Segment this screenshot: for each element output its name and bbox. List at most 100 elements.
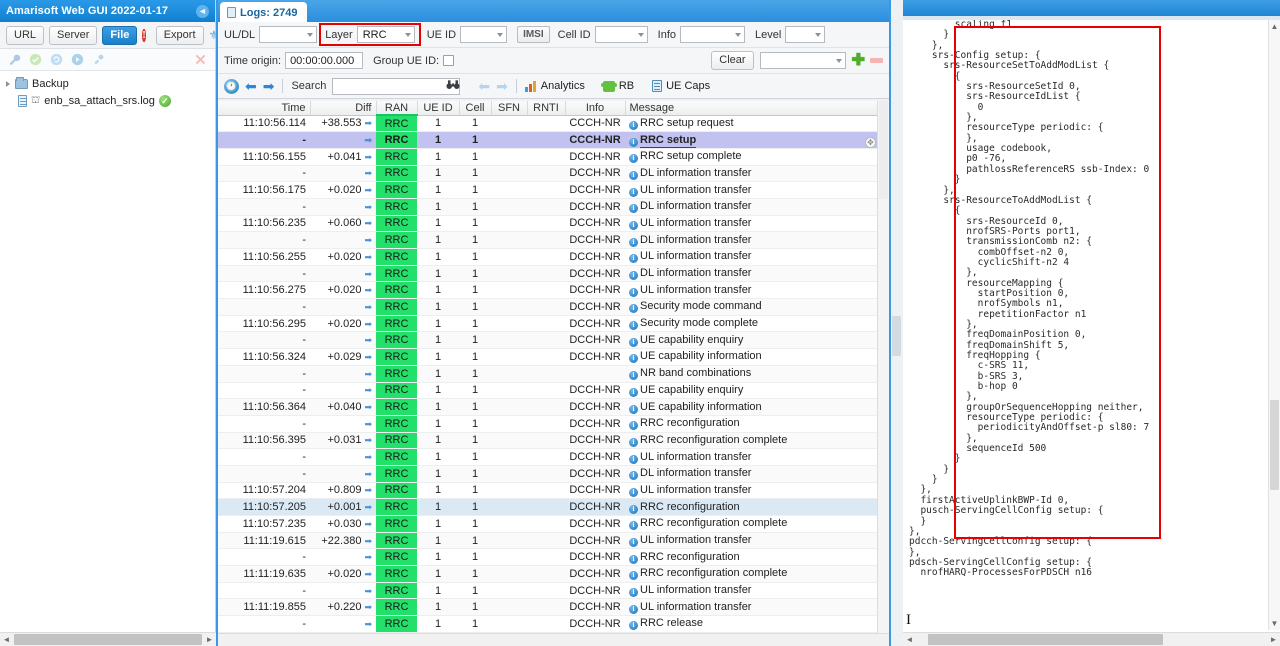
table-row[interactable]: 11:10:56.395 +0.031 ➡ RRC 1 1 DCCH-NR i RRC reco… [218,432,889,450]
scroll-right-icon[interactable]: ► [203,635,216,644]
log-table-vscrollbar[interactable] [877,101,889,633]
url-button[interactable]: URL [6,25,45,45]
tab-logs[interactable]: Logs: 2749 [220,2,308,22]
detail-scroll-thumb[interactable] [1270,400,1279,490]
col-header-ueid[interactable]: UE ID [417,101,460,116]
time-origin-input[interactable] [285,52,364,69]
table-row[interactable]: 11:10:56.275 +0.020 ➡ RRC 1 1 DCCH-NR i UL infor… [218,281,889,300]
detail-content[interactable]: scaling f1 } }, srs-Config setup: { srs-… [903,20,1280,630]
table-row[interactable]: - ➡ RRC 1 1 DCCH-NR i DL information transfer [218,231,889,249]
table-row[interactable]: - ➡ RRC 1 1 DCCH-NR i DL information transfer [218,165,889,183]
wrench-icon[interactable] [8,53,21,66]
scroll-right-icon[interactable]: ► [1267,635,1280,644]
scroll-thumb[interactable] [928,634,1163,645]
tree-item-backup[interactable]: Backup [0,75,215,92]
col-header-cell[interactable]: Cell [459,101,492,116]
table-row[interactable]: 11:10:56.255 +0.020 ➡ RRC 1 1 DCCH-NR i UL infor… [218,248,889,266]
col-header-rnti[interactable]: RNTI [527,101,566,116]
table-row[interactable]: - ➡ RRC 1 1 DCCH-NR i DL information transfer [218,265,889,283]
tree-item-logfile[interactable]: ⛫ enb_sa_attach_srs.log ✓ [0,92,215,109]
uldl-select[interactable] [259,26,318,43]
splitter-grip[interactable] [892,316,901,356]
close-x-icon[interactable] [194,53,207,66]
export-button[interactable]: Export [155,25,204,45]
col-header-info[interactable]: Info [565,101,626,116]
clear-button[interactable]: Clear [711,51,754,70]
collapse-panel-icon[interactable]: ◄ [196,4,209,18]
table-row[interactable]: - ➡ RRC 1 1 DCCH-NR i Security mode command [218,298,889,316]
scroll-down-icon[interactable]: ▼ [1271,619,1279,628]
table-row[interactable]: - ➡ RRC 1 1 DCCH-NR i RRC reconfiguration [218,415,889,433]
panel-splitter[interactable] [891,0,903,646]
col-header-time[interactable]: Time [218,101,311,116]
level-select[interactable] [785,26,826,43]
error-badge-icon[interactable]: ! [142,28,146,42]
table-row[interactable]: - ➡ RRC 1 1 i NR band combinations [218,365,889,383]
info-select[interactable] [680,26,745,43]
table-row[interactable]: 11:11:19.635 +0.020 ➡ RRC 1 1 DCCH-NR i RRC reco… [218,565,889,583]
add-preset-icon[interactable]: ✚ [852,53,865,69]
uecaps-button[interactable]: UE Caps [652,80,710,92]
table-row[interactable]: - ➡ RRC 1 1 DCCH-NR i UE capability enquiry [218,382,889,400]
search-input[interactable] [332,77,461,95]
ueid-select[interactable] [460,26,508,43]
table-row[interactable]: 11:10:56.364 +0.040 ➡ RRC 1 1 DCCH-NR i UE capab… [218,398,889,416]
server-button[interactable]: Server [49,25,98,45]
analytics-button[interactable]: Analytics [524,80,585,92]
table-row[interactable]: 11:10:57.235 +0.030 ➡ RRC 1 1 DCCH-NR i RRC reco… [218,515,889,533]
table-row[interactable]: 11:10:56.235 +0.060 ➡ RRC 1 1 DCCH-NR i UL infor… [218,215,889,233]
scroll-left-icon[interactable]: ◄ [903,635,916,644]
rb-button[interactable]: RB [600,80,634,92]
binoculars-icon[interactable] [446,79,460,94]
col-header-ran[interactable]: RAN [376,101,418,116]
preset-select[interactable] [759,52,846,69]
cellid-select[interactable] [594,26,648,43]
refresh-icon[interactable] [50,53,63,66]
search-next-icon[interactable]: ➡ [496,79,508,93]
table-row[interactable]: - ➡ RRC 1 1 DCCH-NR i UE capability enquiry [218,331,889,350]
col-header-diff[interactable]: Diff [310,101,377,116]
check-circle-icon[interactable] [29,53,42,66]
cell-ueid: 1 [417,498,459,516]
imsi-button[interactable]: IMSI [517,26,550,43]
plug-small-icon[interactable] [92,53,105,66]
remove-preset-icon[interactable] [870,58,883,63]
play-icon[interactable] [71,53,84,66]
left-panel-hscrollbar[interactable]: ◄ ► [0,632,216,646]
table-row[interactable]: - ➡ RRC 1 1 DCCH-NR i DL information transfer [218,198,889,216]
table-row[interactable]: - ➡ RRC 1 1 DCCH-NR i UL information transfer [218,582,889,600]
scroll-left-icon[interactable]: ◄ [0,635,13,644]
table-row[interactable]: 11:10:56.175 +0.020 ➡ RRC 1 1 DCCH-NR i UL infor… [218,181,889,199]
group-ueid-checkbox[interactable] [443,55,455,66]
table-row[interactable]: 11:10:57.205 +0.001 ➡ RRC 1 1 DCCH-NR i RRC reco… [218,498,889,516]
file-button[interactable]: File [102,25,138,45]
table-row[interactable]: 11:10:56.324 +0.029 ➡ RRC 1 1 DCCH-NR i UE capab… [218,348,889,366]
table-row[interactable]: 11:10:56.295 +0.020 ➡ RRC 1 1 DCCH-NR i Security… [218,315,889,333]
scroll-thumb[interactable] [14,634,202,645]
col-header-message[interactable]: Message [625,101,889,116]
nav-prev-icon[interactable]: ⬅ [245,79,257,93]
nav-next-icon[interactable]: ➡ [263,79,275,93]
table-row[interactable]: - ➡ RRC 1 1 DCCH-NR i UL information transfer [218,448,889,466]
search-prev-icon[interactable]: ⬅ [478,79,490,93]
table-row[interactable]: - ➡ RRC 1 1 CCCH-NR i RRC setup [218,131,889,149]
detail-hscrollbar[interactable]: ◄ ► [903,632,1280,646]
table-row[interactable]: 11:11:19.615 +22.380 ➡ RRC 1 1 DCCH-NR i UL info… [218,532,889,550]
scroll-thumb[interactable] [879,101,888,199]
detail-vscrollbar[interactable]: ▲ ▼ [1268,20,1280,630]
table-row[interactable]: - ➡ RRC 1 1 DCCH-NR i RRC release [218,615,889,633]
table-row[interactable]: 11:10:56.155 +0.041 ➡ RRC 1 1 DCCH-NR i RRC setu… [218,148,889,166]
table-row[interactable]: - ➡ RRC 1 1 DCCH-NR i RRC reconfiguration [218,548,889,567]
col-header-sfn[interactable]: SFN [491,101,528,116]
log-table-scroll[interactable]: Time Diff RAN UE ID Cell SFN RNTI Info M… [218,101,889,633]
table-row[interactable]: - ➡ RRC 1 1 DCCH-NR i DL information transfer [218,465,889,483]
table-row[interactable]: 11:10:56.114 +38.553 ➡ RRC 1 1 CCCH-NR i RRC set… [218,115,889,133]
chevron-right-icon[interactable] [6,80,10,87]
clock-icon[interactable]: 🕐 [224,78,239,94]
scroll-up-icon[interactable]: ▲ [1271,22,1279,31]
panel-resize-handle[interactable]: ✥ [865,137,876,148]
table-row[interactable]: 11:10:57.204 +0.809 ➡ RRC 1 1 DCCH-NR i UL infor… [218,482,889,500]
log-table-hscrollbar[interactable] [218,633,889,646]
table-row[interactable]: 11:11:19.855 +0.220 ➡ RRC 1 1 DCCH-NR i UL infor… [218,598,889,617]
layer-select[interactable]: RRC [356,26,415,43]
